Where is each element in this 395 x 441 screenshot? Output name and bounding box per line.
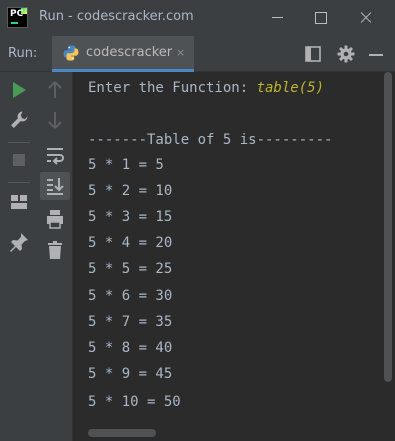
pin-icon[interactable]: [7, 230, 31, 254]
output-line: 5 * 2 = 10: [88, 183, 173, 199]
soft-wrap-icon[interactable]: [43, 143, 67, 167]
scroll-to-end-icon: [47, 178, 64, 195]
close-icon[interactable]: [344, 0, 388, 36]
run-tab-codescracker[interactable]: codescracker ×: [52, 36, 194, 72]
title-bar: PC Run - codescracker.com: [0, 0, 395, 36]
output-line: 5 * 10 = 50: [88, 394, 181, 410]
run-toolbar-secondary: [38, 72, 73, 441]
stop-icon[interactable]: [7, 148, 31, 172]
user-input-text: table(5): [256, 80, 325, 96]
maximize-icon[interactable]: [299, 0, 343, 36]
scroll-to-end-toggle[interactable]: [40, 172, 70, 200]
run-label: Run:: [8, 46, 38, 61]
print-icon[interactable]: [43, 207, 67, 231]
prompt-text: Enter the Function:: [88, 80, 257, 96]
output-line: 5 * 8 = 40: [88, 340, 173, 356]
tab-label: codescracker: [86, 45, 173, 60]
rerun-icon[interactable]: [7, 78, 31, 102]
tab-close-icon[interactable]: ×: [176, 46, 185, 59]
horizontal-scrollbar[interactable]: [88, 429, 156, 437]
toolbar-divider: [8, 182, 30, 183]
down-arrow-icon[interactable]: [43, 108, 67, 132]
gear-icon[interactable]: [336, 44, 356, 64]
minimize-icon[interactable]: [255, 0, 299, 36]
wrench-icon[interactable]: [7, 108, 31, 132]
table-heading: -------Table of 5 is---------: [88, 132, 333, 148]
output-line: 5 * 9 = 45: [88, 366, 173, 382]
console-prompt-line: Enter the Function: table(5): [88, 78, 324, 98]
restore-layout-icon[interactable]: [7, 190, 31, 214]
pycharm-logo-icon: PC: [7, 7, 28, 28]
toolbar-divider: [8, 142, 30, 143]
layout-icon[interactable]: [303, 44, 323, 64]
output-line: 5 * 6 = 30: [88, 288, 173, 304]
up-arrow-icon[interactable]: [43, 78, 67, 102]
output-line: 5 * 4 = 20: [88, 235, 173, 251]
python-icon: [63, 45, 79, 61]
window-title: Run - codescracker.com: [39, 9, 194, 24]
run-toolbar-primary: [0, 72, 38, 441]
output-line: 5 * 1 = 5: [88, 157, 164, 173]
trash-icon[interactable]: [43, 238, 67, 262]
output-line: 5 * 5 = 25: [88, 261, 173, 277]
hide-icon[interactable]: [366, 44, 386, 64]
vertical-scrollbar[interactable]: [384, 72, 392, 382]
run-tool-header: Run: codescracker ×: [0, 36, 395, 72]
console-output[interactable]: Enter the Function: table(5) -------Tabl…: [73, 72, 395, 441]
output-line: 5 * 7 = 35: [88, 314, 173, 330]
output-line: 5 * 3 = 15: [88, 209, 173, 225]
